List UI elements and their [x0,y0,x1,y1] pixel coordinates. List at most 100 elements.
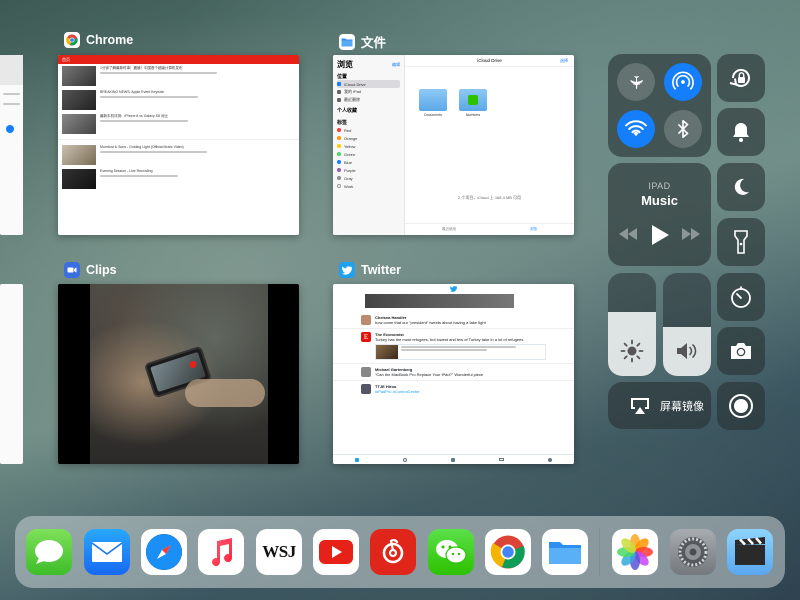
record-icon [729,394,753,418]
youtube-header: 首页 [58,55,299,64]
mail-icon[interactable] [84,529,130,575]
chrome-label: Chrome [86,33,134,47]
clips-label: Clips [86,263,117,277]
twitter-label: Twitter [361,263,402,277]
files-sidebar-title: 浏览 [337,60,353,69]
files-tag-item[interactable]: Green [337,150,400,158]
video-row[interactable]: Mumford & Sons - Guiding Light (Official… [58,143,299,167]
video-thumbnail [62,90,96,110]
tweet-row[interactable]: Michael Gartenberg "Can the MacBook Pro R… [333,364,574,381]
files-tag-item[interactable]: Work [337,182,400,190]
chrome-card-label: Chrome [64,32,133,48]
video-thumbnail [62,145,96,165]
tweet-row[interactable]: E The Economist Turkey has the most refug… [333,329,574,364]
files-tag-item[interactable]: Orange [337,134,400,142]
wifi-toggle[interactable] [617,110,655,148]
files-edit-button[interactable]: 编辑 [392,62,400,68]
files-tab-recents[interactable]: 最近使用 [442,227,456,232]
notifications-tab-icon[interactable] [451,457,455,462]
files-tag-item[interactable]: Blue [337,158,400,166]
orientation-lock-button[interactable] [717,54,765,102]
search-tab-icon[interactable] [403,457,407,462]
files-tag-item[interactable]: Gray [337,174,400,182]
airplane-icon: ✈ [626,74,647,90]
avatar [361,367,371,377]
wifi-icon [625,120,647,137]
files-location-item[interactable]: 最近删除 [337,96,400,104]
safari-icon[interactable] [141,529,187,575]
settings-icon[interactable] [670,529,716,575]
files-location-item[interactable]: iCloud Drive [337,80,400,88]
video-title: Mumford & Sons - Guiding Light (Official… [100,145,184,149]
wsj-icon[interactable]: WSJ [256,529,302,575]
fast-forward-button[interactable] [681,227,701,246]
profile-tab-icon[interactable] [548,457,552,462]
video-thumbnail [62,114,96,134]
previous-app-card-top[interactable] [0,55,23,235]
airdrop-toggle[interactable] [664,63,702,101]
airdrop-icon [672,71,694,90]
do-not-disturb-button[interactable] [717,163,765,211]
music-panel[interactable]: IPAD Music [608,163,711,266]
play-button[interactable] [650,224,670,251]
timer-button[interactable] [717,273,765,321]
screen-recording-button[interactable] [717,382,765,430]
screen-mirroring-button[interactable]: 屏幕镜像 [608,382,711,429]
video-title: BREAKING NEWS: Apple Event Keynote [100,90,165,94]
files-tab-browse[interactable]: 浏览 [530,227,537,232]
chrome-app-card[interactable]: 首页 1分钟了解最新时事！震撼！中国首个超级计算机发布 BREAKING NEW… [58,55,299,235]
brightness-slider[interactable] [608,273,656,376]
flashlight-button[interactable] [717,218,765,266]
twitter-app-card[interactable]: Chelsea Handler how come that our "presid… [333,284,574,464]
files-location-item[interactable]: 我的 iPad [337,88,400,96]
photos-icon[interactable] [612,529,658,575]
mute-button[interactable] [717,108,765,156]
video-thumbnail [62,66,96,86]
messages-icon[interactable] [26,529,72,575]
video-row[interactable]: Evening Session - Live Recording [58,167,299,191]
files-tag-item[interactable]: Red [337,126,400,134]
connectivity-panel: ✈ [608,54,711,157]
messages-tab-icon[interactable] [499,458,504,461]
previous-app-card-bottom[interactable] [0,284,23,464]
files-label: 文件 [361,36,387,50]
folder-item[interactable]: Documents [419,89,447,117]
numbers-folder-icon [459,89,487,111]
files-main: iCloud Drive 选择 Documents Numbers 2 个项目，… [405,55,574,235]
cloud-icon [337,82,341,86]
music-device-label: IPAD [648,181,671,191]
youtube-icon[interactable] [313,529,359,575]
video-title: Evening Session - Live Recording [100,169,153,173]
folder-item[interactable]: Numbers [459,89,487,117]
twitter-icon [339,262,355,278]
files-select-button[interactable]: 选择 [560,58,568,64]
music-icon[interactable] [198,529,244,575]
files-section-tags: 标签 [337,120,348,126]
video-row[interactable]: 最新手机评测：iPhone 8 vs Galaxy S8 对比 [58,112,299,136]
files-icon[interactable] [542,529,588,575]
files-app-card[interactable]: 浏览 编辑 位置 iCloud Drive 我的 iPad 最近删除 个人收藏 … [333,55,574,235]
clips-icon[interactable] [727,529,773,575]
wechat-icon[interactable] [428,529,474,575]
video-row[interactable]: BREAKING NEWS: Apple Event Keynote [58,88,299,112]
netease-music-icon[interactable] [370,529,416,575]
bluetooth-toggle[interactable] [664,110,702,148]
tag-dot-icon [337,144,341,148]
clips-app-card[interactable] [58,284,299,464]
chrome-icon[interactable] [485,529,531,575]
tweet-row[interactable]: Chelsea Handler how come that our "presid… [333,312,574,329]
camera-button[interactable] [717,327,765,375]
rewind-icon [619,228,637,240]
rewind-button[interactable] [618,227,638,246]
tag-dot-icon [337,152,341,156]
video-row[interactable]: 1分钟了解最新时事！震撼！中国首个超级计算机发布 [58,64,299,88]
tweet-row[interactable]: TTJE Hiroo #iPadPro #ControlCenter [333,381,574,397]
files-tag-item[interactable]: Purple [337,166,400,174]
bell-icon [733,123,749,142]
airplane-mode-toggle[interactable]: ✈ [617,63,655,101]
files-tag-item[interactable]: Yellow [337,142,400,150]
home-tab-icon[interactable] [355,457,359,462]
volume-slider[interactable] [663,273,711,376]
music-title: Music [641,193,678,208]
folder-icon [419,89,447,111]
